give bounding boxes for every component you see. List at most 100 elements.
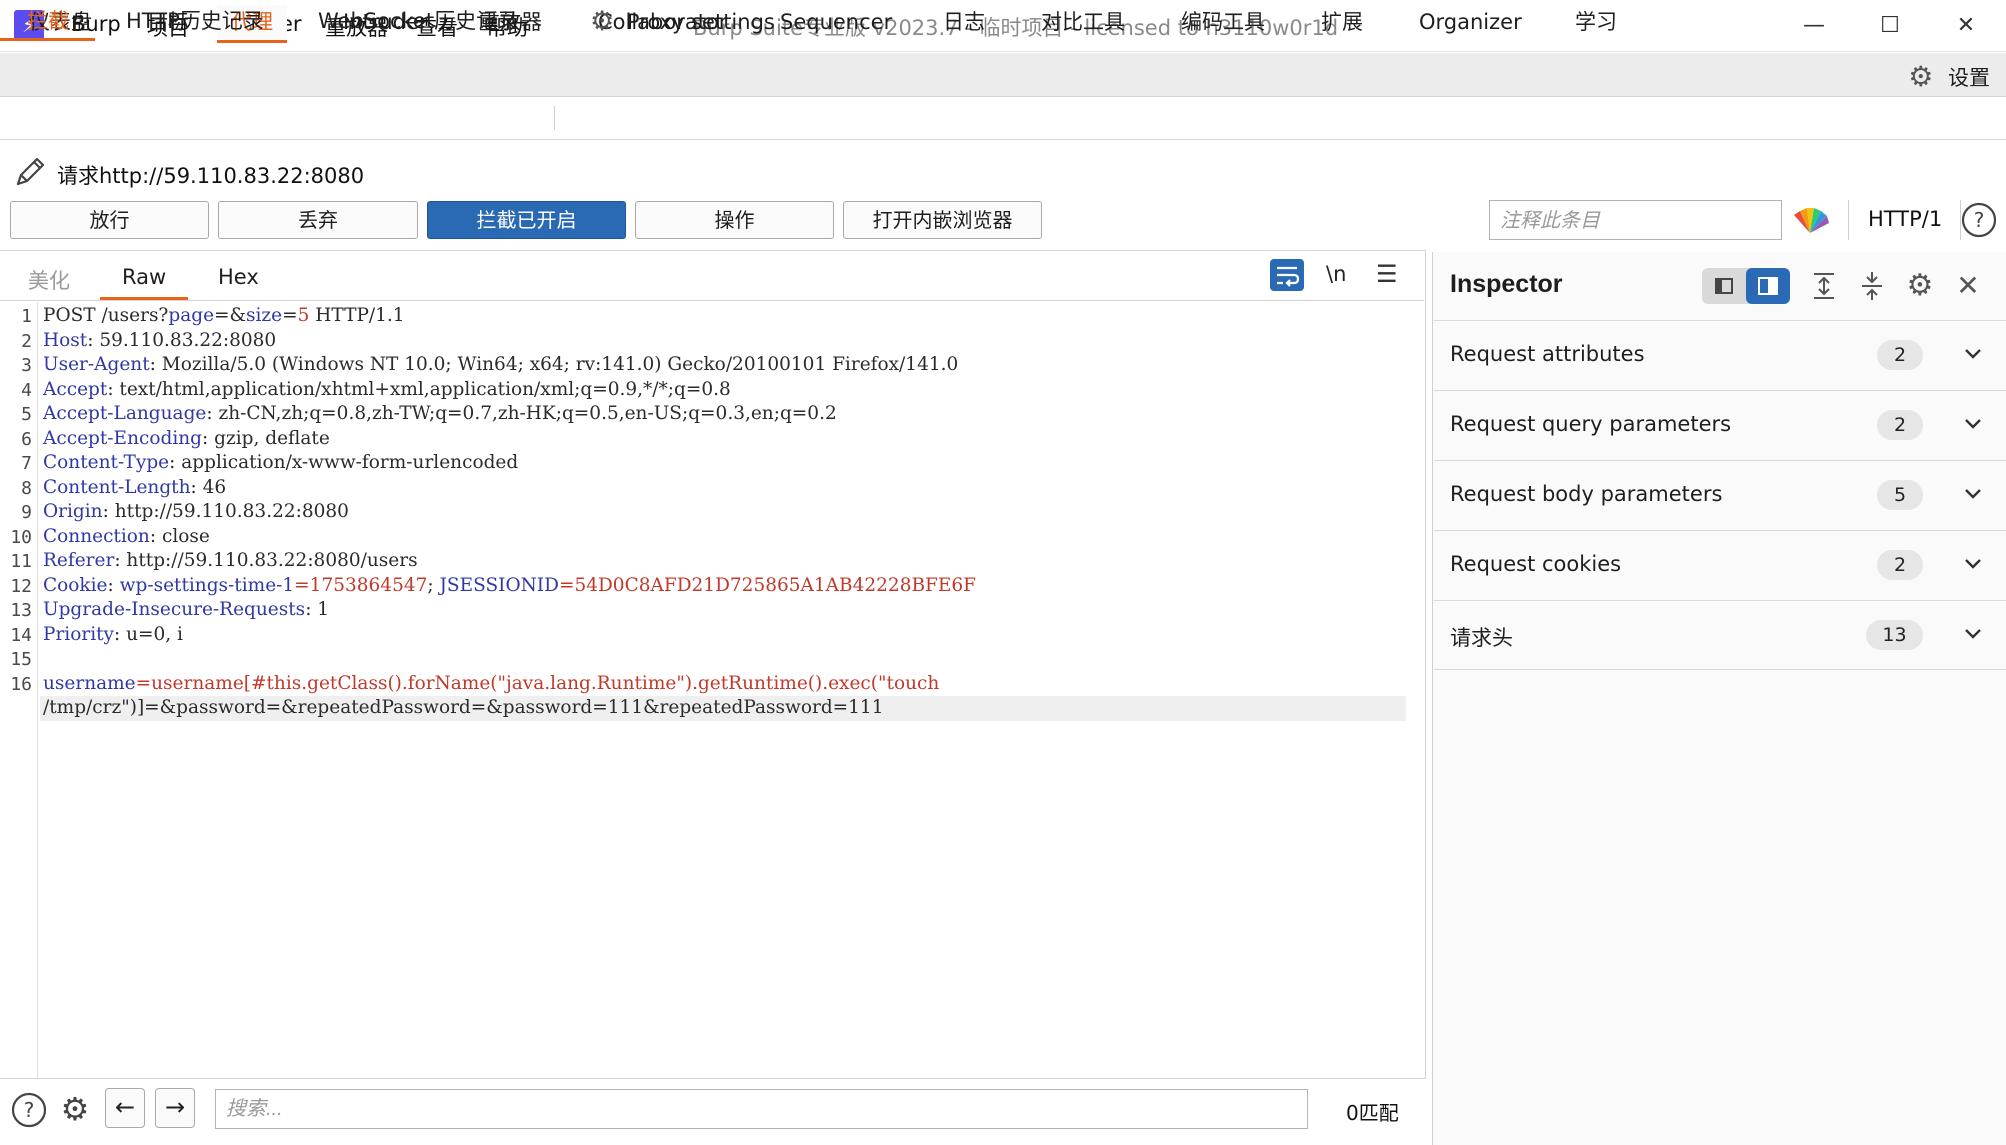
line-number: 16 bbox=[10, 674, 32, 695]
search-input[interactable] bbox=[215, 1089, 1308, 1129]
settings-label: 设置 bbox=[1948, 65, 1990, 90]
subtab-intercept[interactable]: 拦截 bbox=[0, 5, 95, 41]
code-line-body[interactable]: username=username[#this.getClass().forNa… bbox=[43, 673, 939, 694]
query-param-name: size bbox=[246, 305, 283, 326]
tab-logger[interactable]: 日志 bbox=[943, 5, 985, 43]
drop-button[interactable]: 丢弃 bbox=[218, 201, 418, 239]
code-line-cookie[interactable]: Cookie: wp-settings-time-1=1753864547; J… bbox=[43, 575, 976, 596]
http-protocol: HTTP/1.1 bbox=[309, 305, 405, 326]
chevron-down-icon[interactable] bbox=[1962, 552, 1984, 579]
header-name: Content-Length bbox=[43, 477, 191, 498]
code-line-body-wrapped[interactable]: /tmp/crz")]=&password=&repeatedPassword=… bbox=[43, 697, 883, 718]
tab-comparer[interactable]: 对比工具 bbox=[1041, 5, 1125, 43]
layout-side-icon[interactable] bbox=[1702, 268, 1746, 304]
menu-icon[interactable]: ☰ bbox=[1376, 262, 1398, 286]
count-badge: 2 bbox=[1877, 340, 1923, 370]
expand-all-icon[interactable] bbox=[1806, 268, 1842, 304]
action-button[interactable]: 操作 bbox=[635, 201, 834, 239]
proxy-sub-tab-bar bbox=[0, 98, 2006, 140]
next-match-button[interactable]: → bbox=[155, 1088, 195, 1128]
tab-sequencer[interactable]: Sequencer bbox=[780, 5, 892, 43]
count-badge: 5 bbox=[1877, 480, 1923, 510]
editor-tab-pretty[interactable]: 美化 bbox=[28, 265, 70, 295]
code-line-header[interactable]: Origin: http://59.110.83.22:8080 bbox=[43, 501, 349, 522]
help-icon[interactable]: ? bbox=[10, 1091, 48, 1129]
body-param-name: username bbox=[43, 673, 136, 694]
http-version-selector[interactable]: HTTP/1 bbox=[1868, 207, 1942, 231]
tab-extensions[interactable]: 扩展 bbox=[1321, 5, 1363, 43]
minimize-button[interactable]: — bbox=[1786, 6, 1842, 46]
close-window-button[interactable]: ✕ bbox=[1938, 6, 1994, 46]
method-path: POST /users? bbox=[43, 305, 169, 326]
cookie-value: =1753864547 bbox=[294, 575, 428, 596]
maximize-button[interactable]: ☐ bbox=[1862, 6, 1918, 46]
chevron-down-icon[interactable] bbox=[1962, 342, 1984, 369]
code-line-request-line[interactable]: POST /users?page=&size=5 HTTP/1.1 bbox=[43, 305, 405, 326]
newline-toggle[interactable]: \n bbox=[1326, 262, 1346, 286]
editor-tab-raw[interactable]: Raw bbox=[100, 265, 189, 300]
header-name: Content-Type bbox=[43, 452, 170, 473]
line-number: 5 bbox=[21, 404, 32, 425]
line-number: 13 bbox=[10, 600, 32, 621]
line-number: 6 bbox=[21, 429, 32, 450]
header-value: : gzip, deflate bbox=[202, 428, 330, 449]
wrap-lines-icon[interactable] bbox=[1270, 259, 1304, 291]
close-icon[interactable]: ✕ bbox=[1950, 268, 1986, 304]
code-line-header[interactable]: Content-Type: application/x-www-form-url… bbox=[43, 452, 518, 473]
line-number: 2 bbox=[21, 331, 32, 352]
layout-panel-icon[interactable] bbox=[1746, 268, 1790, 304]
line-number: 10 bbox=[10, 527, 32, 548]
code-line-header[interactable]: Priority: u=0, i bbox=[43, 624, 183, 645]
code-line-header[interactable]: Accept-Language: zh-CN,zh;q=0.8,zh-TW;q=… bbox=[43, 403, 837, 424]
separator: = bbox=[282, 305, 298, 326]
collapse-all-icon[interactable] bbox=[1854, 268, 1890, 304]
inspector-row-label: Request body parameters bbox=[1450, 482, 1723, 506]
pencil-icon bbox=[12, 154, 48, 190]
inspector-row-label: Request query parameters bbox=[1450, 412, 1732, 436]
line-number: 9 bbox=[21, 502, 32, 523]
cookie-name: wp-settings-time-1 bbox=[119, 575, 295, 596]
divider bbox=[554, 106, 555, 130]
subtab-http-history[interactable]: HTTP历史记录 bbox=[126, 5, 264, 41]
intercept-toggle-button[interactable]: 拦截已开启 bbox=[427, 201, 626, 239]
cookie-value: =54D0C8AFD21D725865A1AB42228BFE6F bbox=[558, 575, 977, 596]
settings-button[interactable]: ⚙ 设置 bbox=[1908, 60, 1990, 93]
gear-icon[interactable]: ⚙ bbox=[1902, 268, 1938, 304]
code-line-header[interactable]: Referer: http://59.110.83.22:8080/users bbox=[43, 550, 418, 571]
code-line-header[interactable]: Accept: text/html,application/xhtml+xml,… bbox=[43, 379, 731, 400]
code-line-header[interactable]: Accept-Encoding: gzip, deflate bbox=[43, 428, 330, 449]
gear-icon: ⚙ bbox=[590, 6, 615, 37]
code-line-header[interactable]: Host: 59.110.83.22:8080 bbox=[43, 330, 276, 351]
count-badge: 2 bbox=[1877, 550, 1923, 580]
tab-organizer[interactable]: Organizer bbox=[1419, 5, 1522, 43]
header-name: Accept-Encoding bbox=[43, 428, 202, 449]
help-icon[interactable]: ? bbox=[1960, 201, 1998, 239]
code-line-header[interactable]: User-Agent: Mozilla/5.0 (Windows NT 10.0… bbox=[43, 354, 958, 375]
header-value: : text/html,application/xhtml+xml,applic… bbox=[107, 379, 731, 400]
comment-field[interactable] bbox=[1489, 200, 1782, 240]
subtab-websocket-history[interactable]: WebSocket历史记录 bbox=[318, 5, 518, 41]
query-param-name: page bbox=[168, 305, 215, 326]
highlight-color-icon[interactable] bbox=[1790, 201, 1830, 237]
forward-button[interactable]: 放行 bbox=[10, 201, 209, 239]
code-line-header[interactable]: Upgrade-Insecure-Requests: 1 bbox=[43, 599, 329, 620]
proxy-settings-button[interactable]: ⚙ Proxy settings bbox=[590, 5, 775, 41]
tab-decoder[interactable]: 编码工具 bbox=[1181, 5, 1265, 43]
chevron-down-icon[interactable] bbox=[1962, 412, 1984, 439]
line-number: 7 bbox=[21, 453, 32, 474]
body-param-value: =username[#this.getClass().forName("java… bbox=[135, 673, 940, 694]
open-browser-button[interactable]: 打开内嵌浏览器 bbox=[843, 201, 1042, 239]
previous-match-button[interactable]: ← bbox=[105, 1088, 145, 1128]
chevron-down-icon[interactable] bbox=[1962, 482, 1984, 509]
header-name: Upgrade-Insecure-Requests bbox=[43, 599, 306, 620]
code-line-header[interactable]: Content-Length: 46 bbox=[43, 477, 226, 498]
arrow-left-icon: ← bbox=[114, 1093, 136, 1121]
match-count: 0匹配 bbox=[1346, 1101, 1399, 1125]
tab-learn[interactable]: 学习 bbox=[1575, 5, 1617, 43]
editor-tab-hex[interactable]: Hex bbox=[218, 265, 259, 289]
gear-icon[interactable]: ⚙ bbox=[56, 1091, 94, 1129]
chevron-down-icon[interactable] bbox=[1962, 622, 1984, 649]
code-line-header[interactable]: Connection: close bbox=[43, 526, 210, 547]
header-value: : 46 bbox=[190, 477, 227, 498]
line-number: 12 bbox=[10, 576, 32, 597]
